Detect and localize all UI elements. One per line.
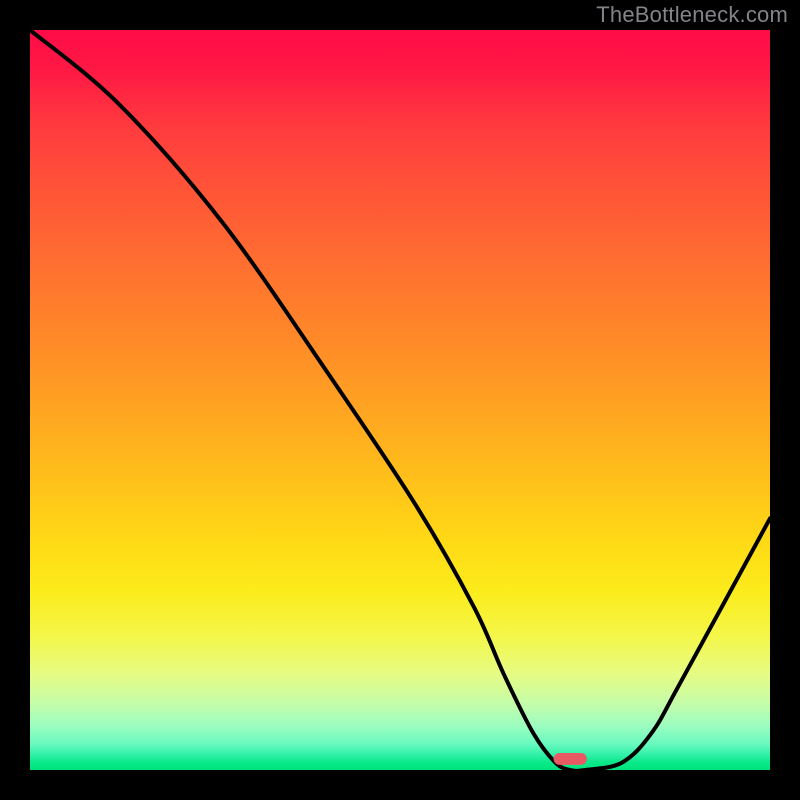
marker-layer	[554, 753, 587, 765]
optimum-pill	[554, 753, 587, 765]
curve-layer	[30, 30, 770, 770]
curve-svg	[30, 30, 770, 770]
chart-frame: TheBottleneck.com	[0, 0, 800, 800]
bottleneck-curve	[30, 30, 770, 770]
watermark-text: TheBottleneck.com	[596, 2, 788, 28]
